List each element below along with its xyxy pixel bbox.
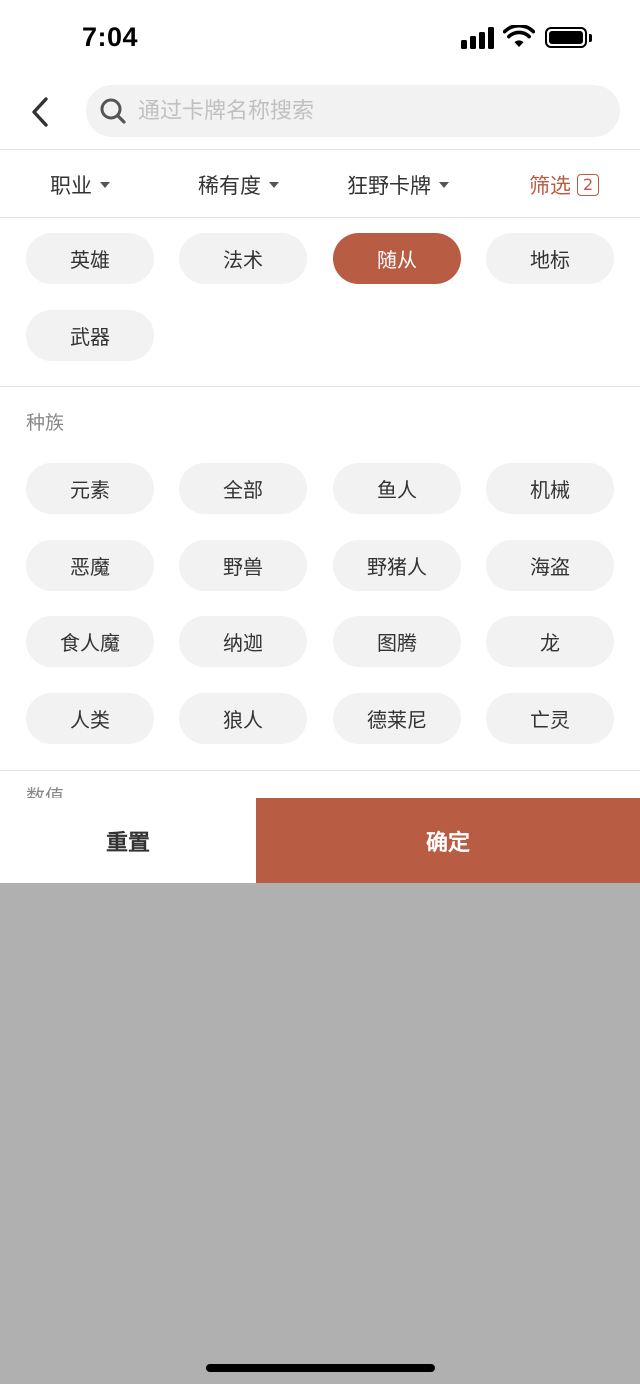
chip-race[interactable]: 海盗 (486, 540, 614, 591)
header-divider (0, 149, 640, 150)
section-divider (0, 770, 640, 771)
confirm-button[interactable]: 确定 (256, 798, 640, 883)
cellular-signal-icon (461, 27, 495, 49)
back-button[interactable] (22, 92, 58, 132)
chip-race[interactable]: 纳迦 (179, 616, 307, 667)
filter-advanced-label: 筛选 (529, 174, 571, 198)
wifi-icon (502, 23, 536, 53)
section-title-next: 数值 (26, 786, 65, 798)
chip-race[interactable]: 食人魔 (26, 616, 154, 667)
chevron-left-icon (32, 97, 48, 127)
chip-race[interactable]: 恶魔 (26, 540, 154, 591)
chip-race[interactable]: 龙 (486, 616, 614, 667)
caret-down-icon (100, 182, 110, 188)
filter-rarity-dropdown[interactable]: 稀有度 (198, 168, 279, 202)
filter-wild-dropdown[interactable]: 狂野卡牌 (347, 168, 449, 202)
chip-card-type[interactable]: 武器 (26, 310, 154, 361)
home-indicator (206, 1364, 435, 1372)
filter-class-label: 职业 (50, 174, 92, 198)
search-icon (98, 96, 128, 126)
chip-race[interactable]: 狼人 (179, 693, 307, 744)
reset-button[interactable]: 重置 (0, 798, 256, 883)
search-bar[interactable] (86, 85, 620, 137)
chip-card-type[interactable]: 英雄 (26, 233, 154, 284)
battery-icon (545, 27, 587, 48)
section-title-race: 种族 (26, 412, 65, 434)
search-input[interactable] (138, 98, 578, 124)
chip-race[interactable]: 德莱尼 (333, 693, 461, 744)
chip-race[interactable]: 全部 (179, 463, 307, 514)
filter-bar-divider (0, 217, 640, 218)
status-bar: 7:04 (0, 0, 640, 76)
status-time: 7:04 (82, 22, 139, 52)
caret-down-icon (269, 182, 279, 188)
chip-race[interactable]: 野猪人 (333, 540, 461, 591)
filter-wild-label: 狂野卡牌 (347, 174, 431, 198)
chip-race[interactable]: 野兽 (179, 540, 307, 591)
chip-race[interactable]: 鱼人 (333, 463, 461, 514)
chip-race[interactable]: 亡灵 (486, 693, 614, 744)
chip-card-type-selected[interactable]: 随从 (333, 233, 461, 284)
caret-down-icon (439, 182, 449, 188)
filter-rarity-label: 稀有度 (198, 174, 261, 198)
chip-race[interactable]: 图腾 (333, 616, 461, 667)
chip-race[interactable]: 元素 (26, 463, 154, 514)
filter-count-badge: 2 (577, 174, 600, 196)
chip-card-type[interactable]: 地标 (486, 233, 614, 284)
filter-class-dropdown[interactable]: 职业 (50, 168, 110, 202)
filter-advanced-button[interactable]: 筛选 2 (529, 168, 600, 202)
battery-cap (589, 34, 592, 42)
chip-card-type[interactable]: 法术 (179, 233, 307, 284)
section-divider (0, 386, 640, 387)
chip-race[interactable]: 机械 (486, 463, 614, 514)
chip-race[interactable]: 人类 (26, 693, 154, 744)
